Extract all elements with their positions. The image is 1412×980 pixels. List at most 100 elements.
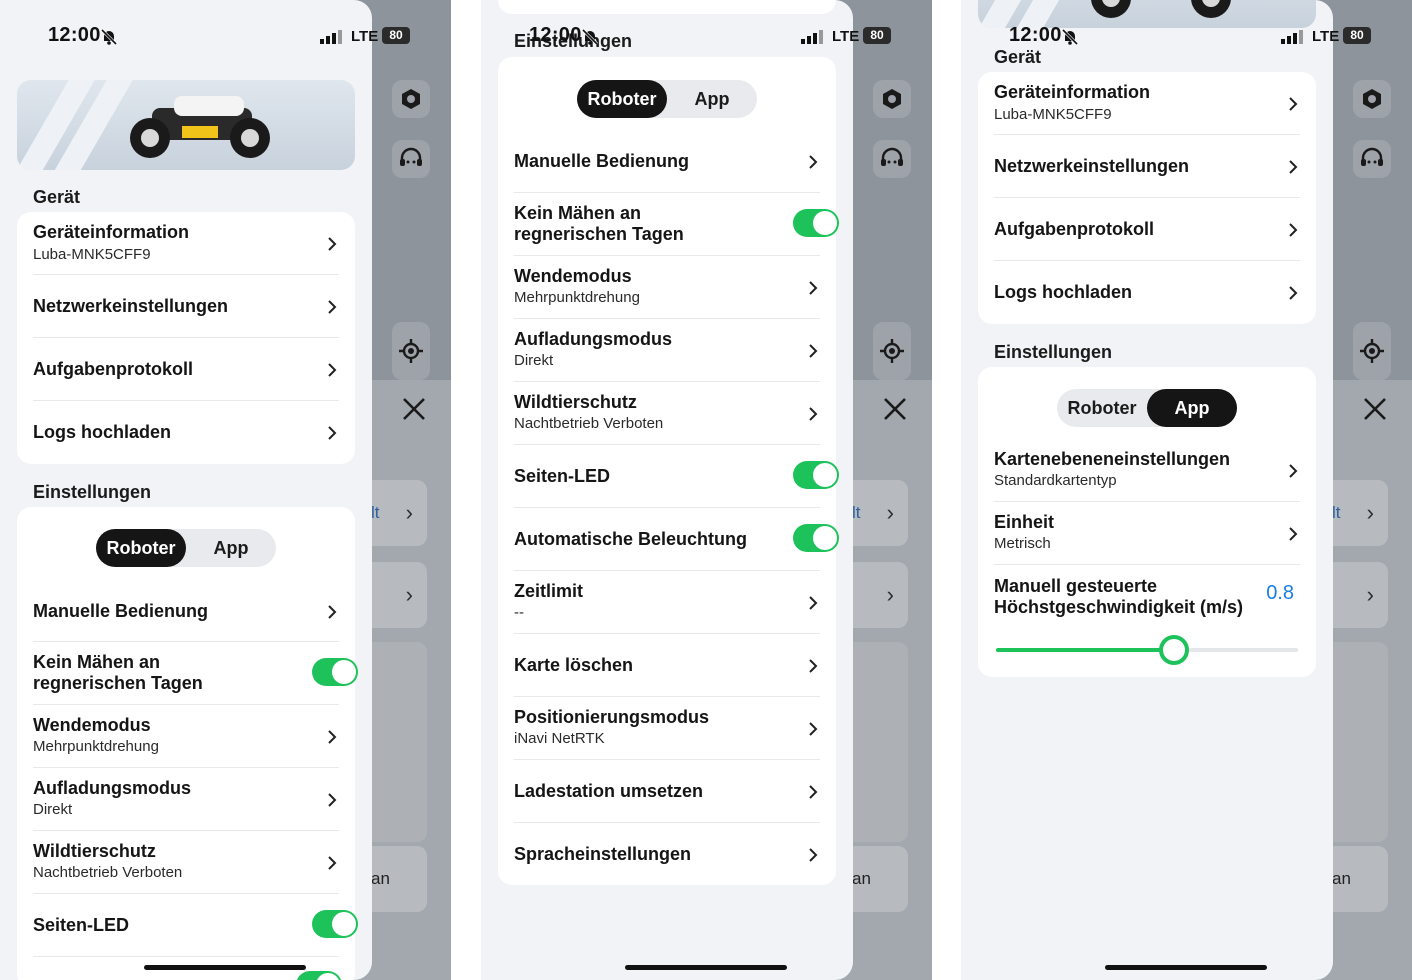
row-language-settings[interactable]: Spracheinstellungen <box>514 823 836 886</box>
row-manual-control[interactable]: Manuelle Bedienung <box>33 579 355 642</box>
segment-app[interactable]: App <box>667 80 757 118</box>
chevron-right-icon <box>328 605 337 619</box>
chevron-right-icon <box>328 300 337 314</box>
row-title: Kein Mähen an regnerischen Tagen <box>514 203 684 244</box>
crosshair-icon <box>1360 339 1384 363</box>
network-type: LTE <box>832 28 860 45</box>
close-icon[interactable] <box>882 396 908 422</box>
row-side-led: Seiten-LED <box>33 894 358 957</box>
network-type: LTE <box>351 28 379 45</box>
section-title-settings: Einstellungen <box>33 482 152 502</box>
row-turn-mode[interactable]: Wendemodus Mehrpunktdrehung <box>514 256 836 319</box>
row-network-settings[interactable]: Netzwerkeinstellungen <box>994 135 1316 198</box>
status-time: 12:00 <box>48 24 101 46</box>
row-wildlife-protection[interactable]: Wildtierschutz Nachtbetrieb Verboten <box>33 831 355 894</box>
mower-image <box>130 96 270 158</box>
support-button[interactable] <box>873 140 911 178</box>
settings-hex-button[interactable] <box>873 80 911 118</box>
row-charging-mode[interactable]: Aufladungsmodus Direkt <box>514 319 836 382</box>
row-map-layer-settings[interactable]: Kartenebeneneinstellungen Standardkarten… <box>994 439 1316 502</box>
crosshair-icon <box>880 339 904 363</box>
battery-indicator: 80 <box>863 27 891 44</box>
row-subtitle: Mehrpunktdrehung <box>514 289 640 306</box>
map-card-text: lt <box>1332 503 1341 522</box>
row-subtitle: Direkt <box>514 352 554 369</box>
row-device-info[interactable]: Geräteinformation Luba-MNK5CFF9 <box>994 72 1316 135</box>
partial-toggle[interactable] <box>296 971 342 980</box>
robot-app-segmented-control: Roboter App <box>1057 389 1237 427</box>
row-rain-no-mow: Kein Mähen an regnerischen Tagen <box>514 193 839 256</box>
row-title: Manuell gesteuerte Höchstgeschwindigkeit… <box>994 576 1244 617</box>
row-title: Spracheinstellungen <box>514 844 692 864</box>
row-manual-control[interactable]: Manuelle Bedienung <box>514 130 836 193</box>
segment-robot[interactable]: Roboter <box>1057 389 1147 427</box>
row-title: Wendemodus <box>33 715 151 735</box>
row-title: Manuelle Bedienung <box>33 601 209 621</box>
locate-button[interactable] <box>392 322 430 380</box>
row-subtitle: Nachtbetrieb Verboten <box>514 415 664 432</box>
row-charging-mode[interactable]: Aufladungsmodus Direkt <box>33 768 355 831</box>
row-title: Zeitlimit <box>514 581 584 601</box>
row-title: Einheit <box>994 512 1055 532</box>
segment-robot[interactable]: Roboter <box>96 529 186 567</box>
row-network-settings[interactable]: Netzwerkeinstellungen <box>33 275 355 338</box>
row-subtitle: Luba-MNK5CFF9 <box>33 246 151 263</box>
row-subtitle: iNavi NetRTK <box>514 730 605 747</box>
close-icon[interactable] <box>401 396 427 422</box>
chevron-right-icon <box>809 596 818 610</box>
row-title: Positionierungsmodus <box>514 707 710 727</box>
close-icon[interactable] <box>1362 396 1388 422</box>
row-time-limit[interactable]: Zeitlimit -- <box>514 571 836 634</box>
map-card-text: lt <box>852 503 861 522</box>
support-button[interactable] <box>392 140 430 178</box>
row-subtitle: Nachtbetrieb Verboten <box>33 864 183 881</box>
segment-app[interactable]: App <box>1147 389 1237 427</box>
row-title: Logs hochladen <box>994 282 1133 302</box>
chevron-right-icon <box>328 237 337 251</box>
chevron-right-icon <box>809 344 818 358</box>
row-task-log[interactable]: Aufgabenprotokoll <box>994 198 1316 261</box>
row-title: Logs hochladen <box>33 422 172 442</box>
row-unit[interactable]: Einheit Metrisch <box>994 502 1316 565</box>
rain-toggle[interactable] <box>312 658 358 686</box>
row-task-log[interactable]: Aufgabenprotokoll <box>33 338 355 401</box>
chevron-right-icon <box>1289 286 1298 300</box>
row-upload-logs[interactable]: Logs hochladen <box>994 261 1316 324</box>
row-wildlife-protection[interactable]: Wildtierschutz Nachtbetrieb Verboten <box>514 382 836 445</box>
mower-hero-image <box>17 80 355 170</box>
row-relocate-station[interactable]: Ladestation umsetzen <box>514 760 836 823</box>
chevron-right-icon <box>1289 527 1298 541</box>
settings-hex-button[interactable] <box>1353 80 1391 118</box>
locate-button[interactable] <box>1353 322 1391 380</box>
rain-toggle[interactable] <box>793 209 839 237</box>
row-title: Manuelle Bedienung <box>514 151 690 171</box>
row-title: Aufladungsmodus <box>514 329 672 349</box>
side-led-toggle[interactable] <box>312 910 358 938</box>
row-title: Netzwerkeinstellungen <box>33 296 229 316</box>
network-type: LTE <box>1312 28 1340 45</box>
row-device-info[interactable]: Geräteinformation Luba-MNK5CFF9 <box>33 212 355 275</box>
speed-slider-knob[interactable] <box>1159 635 1190 665</box>
support-button[interactable] <box>1353 140 1391 178</box>
robot-app-segmented-control: Roboter App <box>577 80 757 118</box>
row-upload-logs[interactable]: Logs hochladen <box>33 401 355 464</box>
map-card-text: an <box>371 869 390 888</box>
battery-indicator: 80 <box>382 27 410 44</box>
bell-muted-icon <box>581 28 599 46</box>
map-card-text: lt <box>371 503 380 522</box>
settings-sheet: Gerät Geräteinformation Luba-MNK5CFF9 Ne… <box>0 0 372 980</box>
speed-slider-fill <box>996 648 1175 652</box>
row-positioning-mode[interactable]: Positionierungsmodus iNavi NetRTK <box>514 697 836 760</box>
home-indicator <box>1105 965 1267 970</box>
chevron-right-icon <box>809 848 818 862</box>
segment-robot[interactable]: Roboter <box>577 80 667 118</box>
row-turn-mode[interactable]: Wendemodus Mehrpunktdrehung <box>33 705 355 768</box>
auto-lighting-toggle[interactable] <box>793 524 839 552</box>
row-delete-map[interactable]: Karte löschen <box>514 634 836 697</box>
locate-button[interactable] <box>873 322 911 380</box>
speed-slider[interactable] <box>996 635 1298 665</box>
chevron-right-icon <box>809 659 818 673</box>
segment-app[interactable]: App <box>186 529 276 567</box>
side-led-toggle[interactable] <box>793 461 839 489</box>
settings-hex-button[interactable] <box>392 80 430 118</box>
